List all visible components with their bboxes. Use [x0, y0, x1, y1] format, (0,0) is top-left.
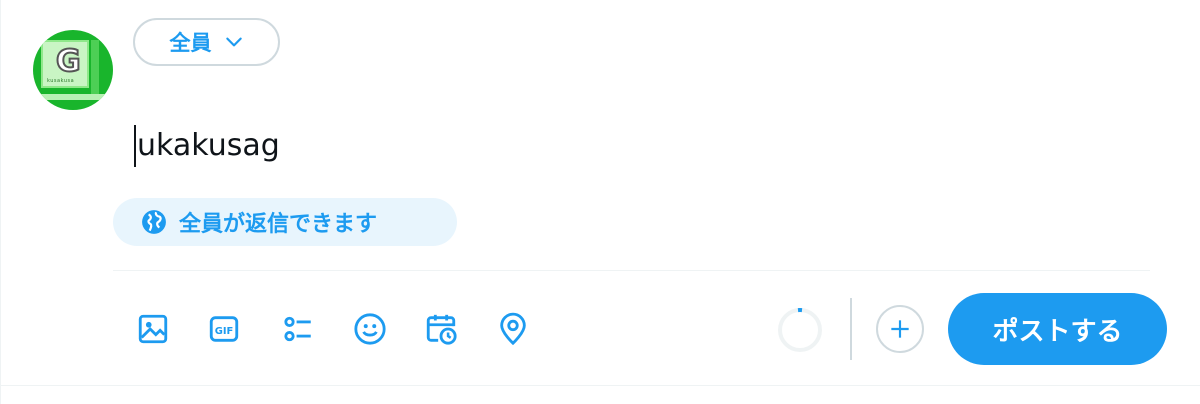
audience-label: 全員 [169, 31, 212, 55]
reply-setting-button[interactable]: 全員が返信できます [113, 198, 457, 246]
schedule-button[interactable] [421, 309, 461, 349]
audience-selector-button[interactable]: 全員 [133, 18, 280, 66]
image-button[interactable] [133, 309, 173, 349]
avatar-subtext: kusakusa [47, 78, 75, 84]
post-composer: G kusakusa 全員 ukakusag 全員が返信できます GIF ポスト… [0, 0, 1200, 404]
avatar-strip-bottom [33, 94, 113, 100]
add-post-button[interactable] [876, 305, 924, 353]
post-text-input[interactable]: ukakusag [134, 124, 280, 168]
post-text-content: ukakusag [137, 128, 280, 163]
left-border [0, 0, 1, 404]
reply-setting-label: 全員が返信できます [179, 212, 378, 237]
avatar-strip [91, 40, 99, 100]
gif-icon: GIF [209, 316, 239, 342]
post-button[interactable]: ポストする [948, 293, 1167, 365]
poll-button[interactable] [278, 309, 318, 349]
avatar-letter: G [55, 44, 82, 79]
bottom-border [0, 385, 1200, 386]
text-caret [134, 125, 136, 167]
gif-button[interactable]: GIF [204, 309, 244, 349]
location-icon [500, 312, 526, 346]
vertical-separator [850, 298, 852, 360]
avatar-tile: G kusakusa [41, 40, 89, 88]
character-count-progress-ring [778, 308, 822, 352]
emoji-icon [354, 313, 386, 345]
gif-icon-text: GIF [215, 326, 234, 337]
schedule-icon [426, 314, 457, 345]
avatar[interactable]: G kusakusa [33, 30, 113, 110]
image-icon [138, 314, 168, 344]
globe-icon [142, 210, 166, 234]
poll-icon [284, 316, 311, 342]
divider [113, 270, 1150, 271]
emoji-button[interactable] [350, 309, 390, 349]
chevron-down-icon [225, 37, 242, 47]
location-button[interactable] [493, 309, 533, 349]
plus-icon [891, 320, 909, 338]
